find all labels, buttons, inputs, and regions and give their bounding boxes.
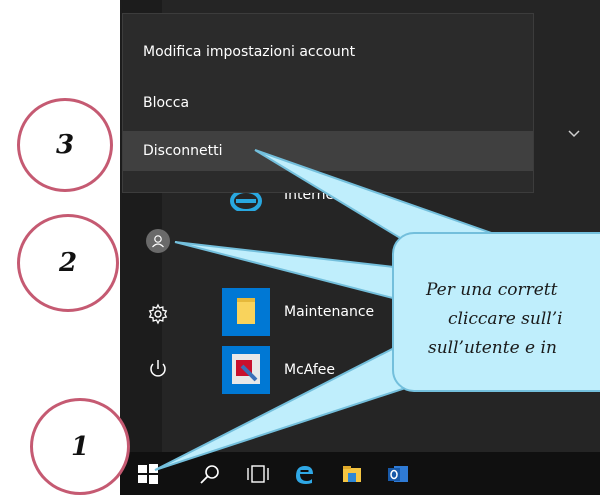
instruction-callout: Per una corrett cliccare sull’i sull’ute… (392, 232, 600, 392)
step-number-1: 1 (30, 398, 130, 495)
step-number-label: 1 (70, 431, 90, 462)
callout-text-line-3: sull’utente e in (428, 338, 557, 358)
step-number-3: 3 (17, 98, 113, 192)
step-number-label: 3 (55, 130, 75, 160)
step-number-2: 2 (17, 214, 119, 312)
step-number-label: 2 (58, 248, 78, 278)
callout-text-line-2: cliccare sull’i (448, 309, 563, 329)
callout-text-line-1: Per una corrett (426, 280, 558, 300)
